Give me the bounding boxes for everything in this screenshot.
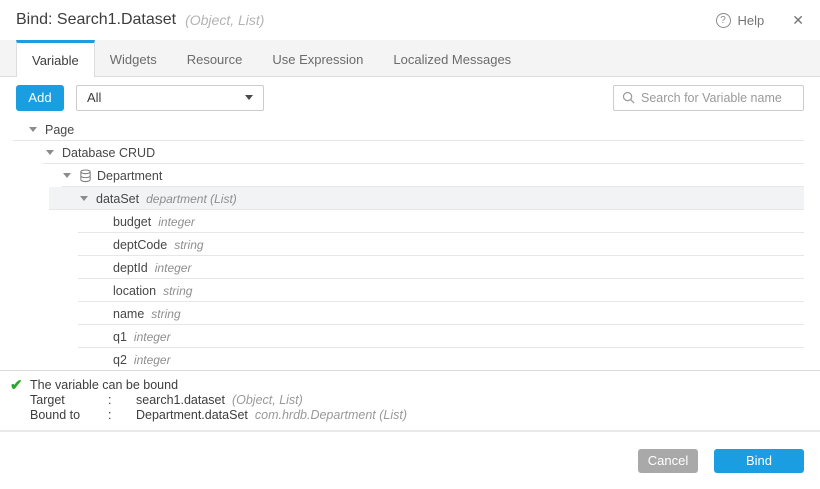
tree-node-type: string	[151, 307, 180, 321]
tree-node-type: integer	[134, 330, 171, 344]
database-icon	[79, 169, 92, 183]
tree-node-label: name	[113, 307, 144, 321]
variable-filter-select[interactable]: All	[76, 85, 264, 111]
tab-label: Widgets	[110, 52, 157, 67]
search-input[interactable]	[641, 91, 795, 105]
tab-label: Use Expression	[272, 52, 363, 67]
filter-selected-value: All	[87, 90, 101, 105]
tree-node-label: budget	[113, 215, 151, 229]
check-icon: ✔	[10, 376, 23, 394]
tab-use-expression[interactable]: Use Expression	[257, 40, 378, 76]
dialog-footer: Cancel Bind	[0, 432, 820, 489]
status-row-separator: :	[108, 393, 136, 408]
status-row-label: Bound to	[30, 408, 108, 423]
tree-node-type: department (List)	[146, 192, 237, 206]
status-row-value: Department.dataSet	[136, 408, 248, 422]
bind-dialog: Bind: Search1.Dataset (Object, List) ? H…	[0, 0, 820, 489]
close-icon[interactable]: ✕	[792, 12, 804, 29]
tree-row-deptid[interactable]: deptId integer	[0, 256, 804, 279]
help-label: Help	[738, 13, 765, 28]
chevron-down-icon[interactable]	[46, 150, 54, 155]
tree-node-label: q1	[113, 330, 127, 344]
tree-node-label: deptId	[113, 261, 148, 275]
chevron-down-icon[interactable]	[80, 196, 88, 201]
dialog-header: Bind: Search1.Dataset (Object, List) ? H…	[0, 0, 820, 40]
tree-row-department[interactable]: Department	[0, 164, 804, 187]
cancel-button[interactable]: Cancel	[638, 449, 698, 473]
tree-node-label: Database CRUD	[62, 146, 155, 160]
status-message: The variable can be bound	[30, 378, 820, 393]
dialog-title: Bind: Search1.Dataset	[16, 11, 176, 29]
status-row-meta: com.hrdb.Department (List)	[255, 408, 407, 422]
status-row-separator: :	[108, 408, 136, 423]
help-button[interactable]: ? Help	[716, 13, 765, 28]
tree-node-type: integer	[155, 261, 192, 275]
tree-row-page[interactable]: Page	[0, 118, 804, 141]
tree-node-label: location	[113, 284, 156, 298]
status-panel: ✔ The variable can be bound Target : sea…	[0, 371, 820, 430]
status-row-value-wrap: Department.dataSet com.hrdb.Department (L…	[136, 408, 820, 423]
tree-node-type: integer	[158, 215, 195, 229]
tree-node-type: string	[174, 238, 203, 252]
toolbar: Add All	[0, 77, 820, 118]
chevron-down-icon[interactable]	[63, 173, 71, 178]
chevron-down-icon[interactable]	[29, 127, 37, 132]
status-details: Target : search1.dataset (Object, List) B…	[30, 393, 820, 423]
tree-node-label: deptCode	[113, 238, 167, 252]
status-row-meta: (Object, List)	[232, 393, 303, 407]
tree-node-label: q2	[113, 353, 127, 367]
tab-variable[interactable]: Variable	[16, 40, 95, 77]
tree-row-budget[interactable]: budget integer	[0, 210, 804, 233]
tree-row-database-crud[interactable]: Database CRUD	[0, 141, 804, 164]
tree-row-deptcode[interactable]: deptCode string	[0, 233, 804, 256]
tree-node-type: string	[163, 284, 192, 298]
tab-localized-messages[interactable]: Localized Messages	[378, 40, 526, 76]
caret-down-icon	[245, 95, 253, 100]
tab-label: Resource	[187, 52, 243, 67]
add-button[interactable]: Add	[16, 85, 64, 111]
tab-resource[interactable]: Resource	[172, 40, 258, 76]
tree-row-q2[interactable]: q2 integer	[0, 348, 804, 371]
tree-row-name[interactable]: name string	[0, 302, 804, 325]
tab-label: Localized Messages	[393, 52, 511, 67]
tab-widgets[interactable]: Widgets	[95, 40, 172, 76]
search-box	[613, 85, 804, 111]
status-row-value: search1.dataset	[136, 393, 225, 407]
dialog-subtitle: (Object, List)	[185, 12, 264, 28]
tree-node-type: integer	[134, 353, 171, 367]
tree-row-location[interactable]: location string	[0, 279, 804, 302]
tree-row-dataset[interactable]: dataSet department (List)	[0, 187, 804, 210]
tree-node-label: Page	[45, 123, 74, 137]
tree-node-label: dataSet	[96, 192, 139, 206]
status-row-value-wrap: search1.dataset (Object, List)	[136, 393, 820, 408]
tab-bar: Variable Widgets Resource Use Expression Loc…	[0, 40, 820, 77]
tree-row-q1[interactable]: q1 integer	[0, 325, 804, 348]
tab-label: Variable	[32, 53, 79, 68]
search-icon	[622, 91, 635, 104]
variable-tree: Page Database CRUD Department dataSet de…	[0, 118, 820, 371]
tree-node-label: Department	[97, 169, 162, 183]
bind-button[interactable]: Bind	[714, 449, 804, 473]
question-mark-icon: ?	[716, 13, 731, 28]
status-row-label: Target	[30, 393, 108, 408]
